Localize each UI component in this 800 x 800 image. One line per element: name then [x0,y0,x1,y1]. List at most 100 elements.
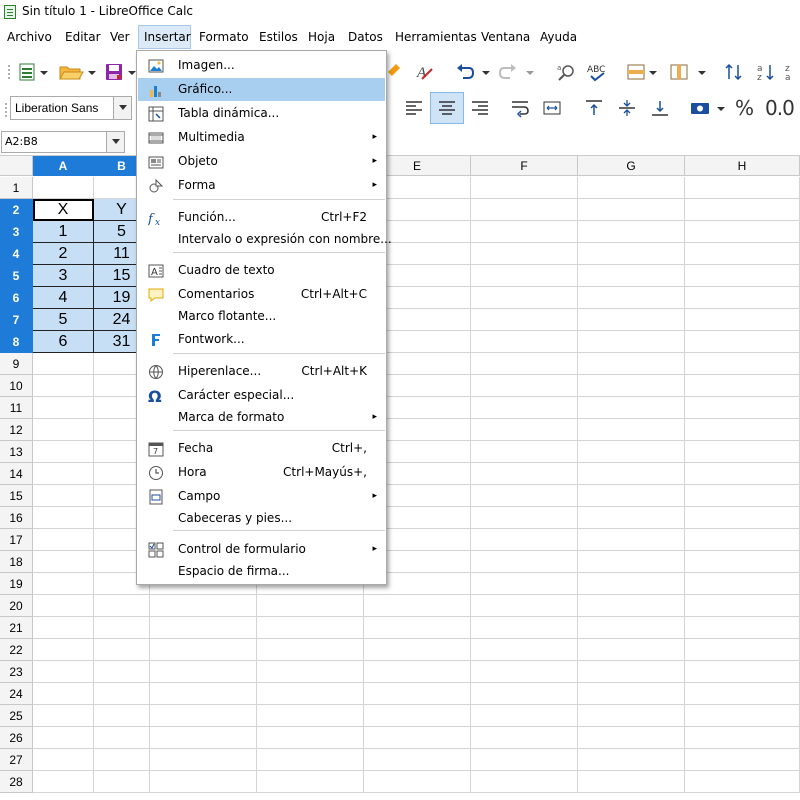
cell-g11[interactable] [578,397,685,419]
cell-d27[interactable] [257,749,364,771]
menu-item-espacio-de-firma[interactable]: Espacio de firma... [138,560,385,583]
row-header-20[interactable]: 20 [0,595,33,617]
cell-d28[interactable] [257,771,364,793]
menu-ayuda[interactable]: Ayuda [535,25,582,49]
cell-c26[interactable] [150,727,257,749]
cell-e22[interactable] [364,639,471,661]
number-format-icon[interactable]: 0.0 [765,96,795,120]
cell-a11[interactable] [33,397,94,419]
cell-a2[interactable]: X [33,199,94,221]
align-bottom-icon[interactable] [650,98,670,118]
cell-c23[interactable] [150,661,257,683]
cell-a8[interactable]: 6 [33,331,94,353]
menu-estilos[interactable]: Estilos [254,25,303,49]
menu-item-fontwork[interactable]: Fontwork... [138,328,385,351]
cell-h7[interactable] [685,309,800,331]
cell-g9[interactable] [578,353,685,375]
align-top-icon[interactable] [584,98,604,118]
cell-f8[interactable] [471,331,578,353]
cell-f9[interactable] [471,353,578,375]
menu-item-control-de-formulario[interactable]: Control de formulario ▸ [138,538,385,561]
align-left-icon[interactable] [404,98,424,118]
cell-h5[interactable] [685,265,800,287]
cell-b20[interactable] [94,595,150,617]
redo-icon[interactable] [498,62,518,82]
clear-formatting-icon[interactable]: A [414,62,434,82]
save-icon[interactable] [104,62,124,82]
center-vertically-icon[interactable] [617,98,637,118]
cell-h28[interactable] [685,771,800,793]
cell-e28[interactable] [364,771,471,793]
menu-insertar[interactable]: Insertar [138,25,191,49]
menu-item-caracter-especial[interactable]: Ω Carácter especial... [138,384,385,407]
cell-a18[interactable] [33,551,94,573]
currency-dropdown-icon[interactable] [716,98,726,118]
cell-e24[interactable] [364,683,471,705]
menu-herramientas[interactable]: Herramientas [390,25,482,49]
row-header-13[interactable]: 13 [0,441,33,463]
cell-f19[interactable] [471,573,578,595]
menu-item-hiperenlace[interactable]: Hiperenlace... Ctrl+Alt+K [138,360,385,383]
cell-a7[interactable]: 5 [33,309,94,331]
row-header-9[interactable]: 9 [0,353,33,375]
cell-f21[interactable] [471,617,578,639]
cell-a25[interactable] [33,705,94,727]
cell-h23[interactable] [685,661,800,683]
cell-f20[interactable] [471,595,578,617]
cell-g2[interactable] [578,199,685,221]
menu-formato[interactable]: Formato [194,25,254,49]
menu-item-fecha[interactable]: 7 Fecha Ctrl+, [138,437,385,460]
cell-b27[interactable] [94,749,150,771]
cell-a5[interactable]: 3 [33,265,94,287]
cell-a19[interactable] [33,573,94,595]
align-center-button[interactable] [430,92,464,124]
cell-g10[interactable] [578,375,685,397]
cell-h20[interactable] [685,595,800,617]
cell-h24[interactable] [685,683,800,705]
cell-g16[interactable] [578,507,685,529]
row-header-1[interactable]: 1 [0,177,33,199]
cell-h22[interactable] [685,639,800,661]
cell-b21[interactable] [94,617,150,639]
cell-c25[interactable] [150,705,257,727]
cell-e23[interactable] [364,661,471,683]
menu-ventana[interactable]: Ventana [476,25,535,49]
cell-h3[interactable] [685,221,800,243]
cell-h13[interactable] [685,441,800,463]
cell-h12[interactable] [685,419,800,441]
redo-dropdown-icon[interactable] [525,62,535,82]
sort-ascending-icon[interactable]: az [756,62,776,82]
cell-d21[interactable] [257,617,364,639]
column-icon[interactable] [669,62,689,82]
cell-a27[interactable] [33,749,94,771]
column-header-h[interactable]: H [685,156,800,176]
undo-dropdown-icon[interactable] [481,62,491,82]
font-dropdown-icon[interactable] [113,97,131,119]
cell-f27[interactable] [471,749,578,771]
menu-item-marco-flotante[interactable]: Marco flotante... [138,305,385,328]
cell-g19[interactable] [578,573,685,595]
sort-icon[interactable] [724,62,744,82]
cell-b24[interactable] [94,683,150,705]
cell-g17[interactable] [578,529,685,551]
row-header-7[interactable]: 7 [0,309,33,331]
cell-a12[interactable] [33,419,94,441]
cell-f11[interactable] [471,397,578,419]
cell-c27[interactable] [150,749,257,771]
row-header-19[interactable]: 19 [0,573,33,595]
cell-f10[interactable] [471,375,578,397]
row-header-25[interactable]: 25 [0,705,33,727]
row-header-10[interactable]: 10 [0,375,33,397]
cell-a23[interactable] [33,661,94,683]
menu-item-campo[interactable]: Campo ▸ [138,485,385,508]
cell-c24[interactable] [150,683,257,705]
currency-format-icon[interactable] [690,98,710,118]
cell-f15[interactable] [471,485,578,507]
menu-item-hora[interactable]: Hora Ctrl+Mayús+, [138,461,385,484]
cell-e26[interactable] [364,727,471,749]
cell-g26[interactable] [578,727,685,749]
cell-a24[interactable] [33,683,94,705]
row-header-17[interactable]: 17 [0,529,33,551]
cell-f25[interactable] [471,705,578,727]
cell-b26[interactable] [94,727,150,749]
